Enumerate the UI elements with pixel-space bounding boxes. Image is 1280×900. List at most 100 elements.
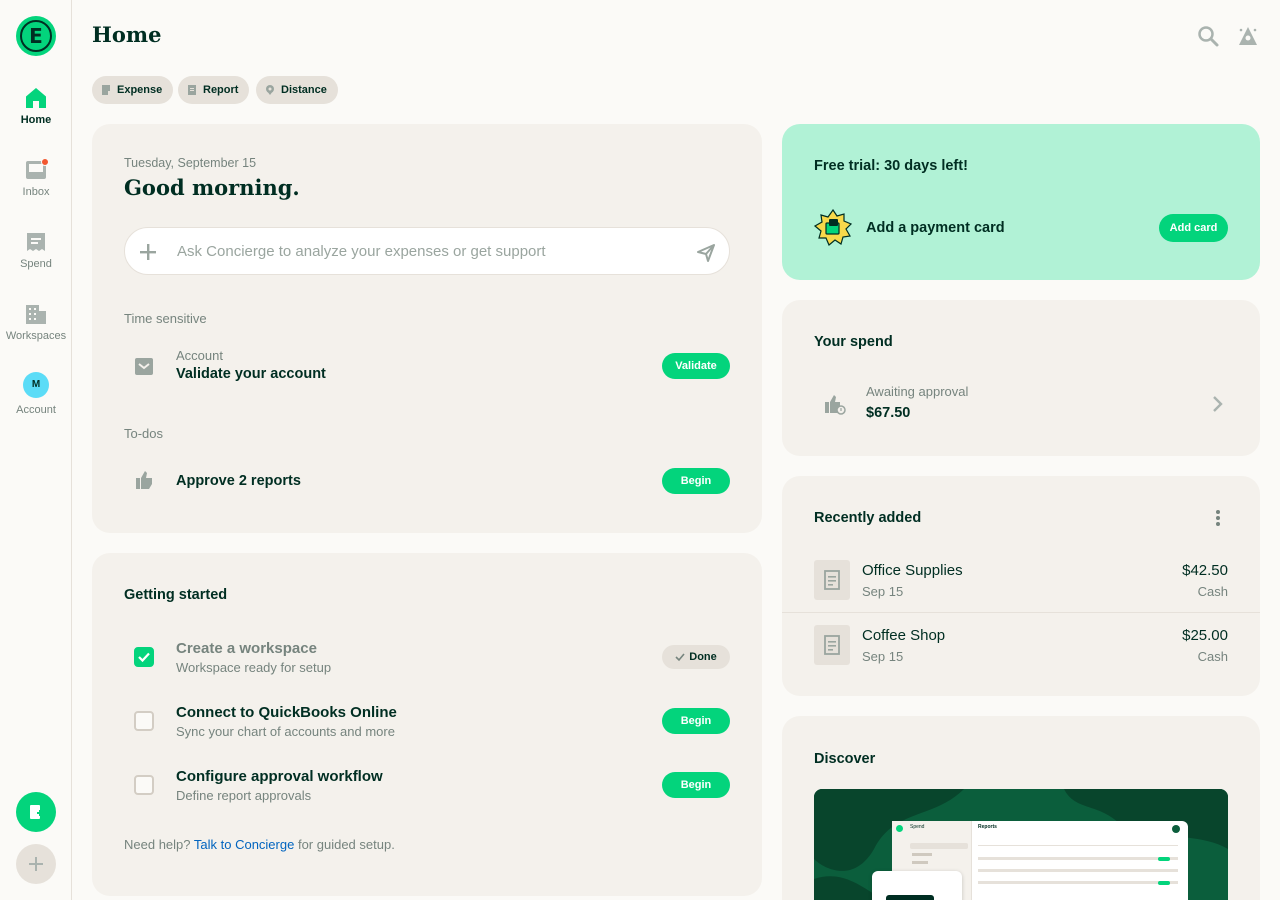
- preview-nav-item: [910, 843, 968, 849]
- check-icon: [138, 652, 150, 663]
- merchant-name[interactable]: Coffee Shop: [862, 627, 945, 644]
- receipt-thumbnail[interactable]: [814, 560, 850, 600]
- trips-icon[interactable]: [1236, 24, 1260, 48]
- report-chip-label: Report: [203, 84, 239, 96]
- time-sensitive-label: Time sensitive: [124, 311, 207, 326]
- expense-amount: $25.00: [1182, 627, 1228, 644]
- expense-type: Cash: [1197, 649, 1228, 664]
- preview-popup-bar: [886, 895, 934, 900]
- add-payment-label: Add a payment card: [866, 220, 1005, 236]
- discover-title: Discover: [814, 751, 876, 767]
- validate-account-title: Validate your account: [176, 366, 326, 382]
- concierge-placeholder: Ask Concierge to analyze your expenses o…: [177, 243, 546, 260]
- avatar: M: [23, 372, 49, 398]
- preview-divider: [978, 845, 1178, 846]
- plus-icon: [29, 857, 43, 871]
- task-title: Configure approval workflow: [176, 768, 383, 785]
- merchant-name[interactable]: Office Supplies: [862, 562, 963, 579]
- report-chip[interactable]: Report: [178, 76, 250, 104]
- add-button[interactable]: [16, 844, 56, 884]
- task-title: Create a workspace: [176, 640, 317, 657]
- check-icon: [675, 653, 685, 662]
- report-icon: [188, 85, 196, 95]
- preview-row: [978, 869, 1178, 872]
- preview-logo: [896, 825, 903, 832]
- task-checkbox[interactable]: [134, 647, 154, 667]
- sidebar-item-spend[interactable]: Spend: [0, 230, 72, 270]
- create-button[interactable]: [16, 792, 56, 832]
- sidebar-item-home[interactable]: Home: [0, 86, 72, 126]
- building-icon: [26, 305, 46, 324]
- expense-date: Sep 15: [862, 584, 904, 599]
- logo-letter: E: [20, 20, 52, 52]
- preview-popup: [872, 871, 962, 900]
- more-options-icon[interactable]: [1210, 508, 1226, 528]
- validate-button[interactable]: Validate: [662, 353, 730, 379]
- trial-title: Free trial: 30 days left!: [814, 158, 968, 174]
- list-divider: [782, 612, 1260, 613]
- home-icon: [26, 88, 46, 108]
- awaiting-approval-amount: $67.50: [866, 405, 911, 421]
- sidebar-item-label: Spend: [20, 258, 52, 270]
- receipt-thumbnail[interactable]: [814, 625, 850, 665]
- payment-badge-icon: [814, 209, 852, 246]
- preview-button: [1158, 881, 1170, 885]
- begin-approval-button[interactable]: Begin: [662, 772, 730, 798]
- sidebar-item-label: Account: [16, 404, 56, 416]
- talk-to-concierge-link[interactable]: Talk to Concierge: [194, 837, 294, 852]
- expense-type: Cash: [1197, 584, 1228, 599]
- expense-chip[interactable]: Expense: [92, 76, 174, 104]
- todos-label: To-dos: [124, 426, 164, 441]
- receipt-icon: [824, 570, 840, 590]
- help-prefix: Need help?: [124, 837, 191, 852]
- task-checkbox[interactable]: [134, 711, 154, 731]
- preview-row: [978, 881, 1178, 884]
- begin-quickbooks-button[interactable]: Begin: [662, 708, 730, 734]
- distance-chip[interactable]: Distance: [256, 76, 338, 104]
- recent-title: Recently added: [814, 510, 922, 526]
- task-subtitle: Workspace ready for setup: [176, 660, 332, 675]
- expensify-logo[interactable]: E: [16, 16, 56, 56]
- search-icon[interactable]: [1196, 24, 1220, 48]
- expense-chip-label: Expense: [117, 84, 163, 96]
- sidebar-item-label: Inbox: [22, 186, 50, 198]
- expense-date: Sep 15: [862, 649, 904, 664]
- task-title: Connect to QuickBooks Online: [176, 704, 397, 721]
- thumbs-up-icon: [136, 471, 152, 489]
- spend-title: Your spend: [814, 334, 893, 350]
- sidebar-item-account[interactable]: M Account: [0, 372, 72, 416]
- page-title: Home: [92, 22, 162, 47]
- expense-icon: [102, 85, 112, 95]
- add-card-button[interactable]: Add card: [1159, 214, 1228, 242]
- begin-approve-button[interactable]: Begin: [662, 468, 730, 494]
- envelope-icon: [135, 358, 153, 375]
- preview-nav-item: [912, 853, 932, 856]
- preview-nav-item: [912, 861, 928, 864]
- your-spend-card[interactable]: [782, 300, 1260, 456]
- preview-heading: Reports: [978, 824, 997, 830]
- send-icon[interactable]: [696, 243, 716, 263]
- sidebar-item-label: Workspaces: [5, 330, 67, 342]
- distance-chip-label: Distance: [281, 84, 327, 96]
- discover-preview-image[interactable]: Spend Reports: [814, 789, 1228, 900]
- greeting-heading: Good morning.: [124, 175, 300, 200]
- sidebar-item-inbox[interactable]: Inbox: [0, 158, 72, 198]
- done-button: Done: [662, 645, 730, 669]
- awaiting-approval-label: Awaiting approval: [866, 384, 969, 399]
- concierge-input[interactable]: Ask Concierge to analyze your expenses o…: [124, 227, 730, 275]
- notification-badge: [41, 158, 49, 166]
- done-label: Done: [689, 651, 717, 663]
- receipt-icon: [824, 635, 840, 655]
- preview-button: [1158, 857, 1170, 861]
- preview-nav-title: Spend: [910, 824, 925, 830]
- approve-reports-title: Approve 2 reports: [176, 473, 301, 489]
- chevron-right-icon[interactable]: [1210, 395, 1226, 413]
- sidebar-item-label: Home: [20, 114, 52, 126]
- location-icon: [266, 85, 274, 95]
- sidebar-item-workspaces[interactable]: Workspaces: [0, 302, 72, 342]
- task-checkbox[interactable]: [134, 775, 154, 795]
- plus-icon[interactable]: [139, 243, 157, 261]
- sidebar: E Home Inbox Spend Workspaces M Account: [0, 0, 72, 900]
- new-expense-icon: [30, 805, 43, 819]
- awaiting-approval-icon: [825, 395, 846, 415]
